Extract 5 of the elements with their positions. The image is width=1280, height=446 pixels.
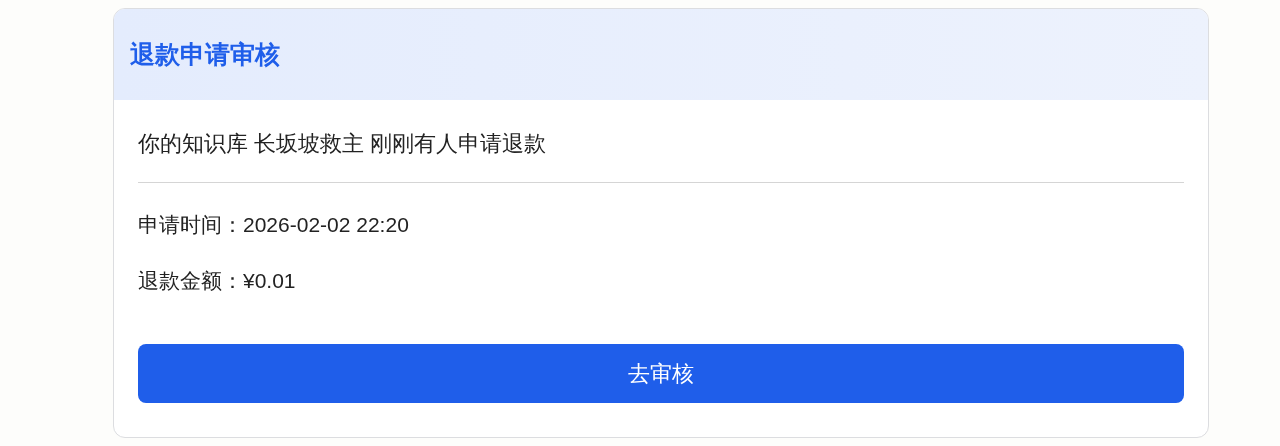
review-button[interactable]: 去审核 <box>138 344 1184 403</box>
detail-text: 申请时间：2026-02-02 22:20 <box>138 212 410 238</box>
notice-message: 你的知识库 长坂坡救主 刚刚有人申请退款 <box>138 100 1184 183</box>
card-title: 退款申请审核 <box>130 38 280 70</box>
detail-text: 退款金额：¥0.01 <box>138 268 297 294</box>
